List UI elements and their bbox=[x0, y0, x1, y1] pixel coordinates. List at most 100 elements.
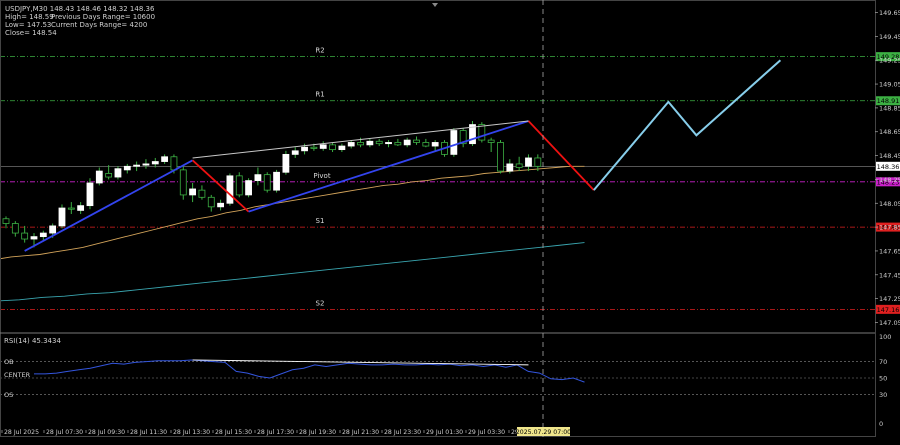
candle-body bbox=[357, 142, 364, 146]
candle-body bbox=[487, 139, 495, 143]
candle-body bbox=[385, 142, 392, 145]
rsi-tick-label: 50 bbox=[879, 375, 887, 383]
pivot-levels: R2 R1 Pivot S1 S2 bbox=[0, 47, 875, 310]
time-tick-label: 28 Jul 09:30 bbox=[88, 429, 125, 436]
candle-body bbox=[235, 175, 243, 196]
rsi-axis-bottom: 0 bbox=[879, 420, 883, 428]
candle-body bbox=[133, 164, 141, 167]
price-tick-label: 147.65 bbox=[879, 247, 900, 255]
candle-body bbox=[450, 130, 458, 155]
time-tick-label: 28 Jul 13:30 bbox=[173, 429, 210, 436]
level-label-s1: S1 bbox=[316, 217, 325, 225]
candle-body bbox=[189, 188, 197, 196]
rsi-center-label: CENTER bbox=[4, 371, 31, 379]
candle-body bbox=[58, 207, 66, 227]
candle-body bbox=[217, 202, 224, 208]
candle-body bbox=[30, 236, 38, 240]
level-label-s2: S2 bbox=[316, 299, 325, 307]
candle-body bbox=[179, 169, 187, 196]
chart-header: USDJPY,M30 148.43 148.46 148.32 148.36 H… bbox=[5, 5, 155, 37]
time-tick-label: 28 Jul 19:30 bbox=[299, 429, 336, 436]
rsi-axis-top: 100 bbox=[879, 333, 891, 341]
current-days-range: Current Days Range= 4200 bbox=[51, 21, 147, 29]
candle-body bbox=[77, 205, 85, 211]
candle-body bbox=[49, 225, 57, 234]
candle-body bbox=[263, 174, 271, 191]
candle-body bbox=[525, 157, 532, 167]
price-chart-svg[interactable]: R2 R1 Pivot S1 S2 RSI(14) 45.3434 70 50 30 100 0 O… bbox=[0, 0, 900, 441]
close-info: Close= 148.54 bbox=[5, 29, 57, 37]
candle-body bbox=[273, 171, 280, 191]
candle-body bbox=[413, 139, 420, 143]
chart-shift-marker bbox=[432, 3, 438, 7]
time-tick-label: 28 Jul 15:30 bbox=[215, 429, 252, 436]
low-info: Low= 147.53 bbox=[5, 21, 51, 29]
candle-body bbox=[366, 140, 374, 146]
candle-body bbox=[319, 144, 327, 149]
candle-body bbox=[394, 142, 402, 146]
price-tag-s2: 147.16 bbox=[877, 306, 900, 314]
ma-slow-line bbox=[0, 242, 585, 302]
symbol-info: USDJPY,M30 148.43 148.46 148.32 148.36 bbox=[5, 5, 155, 13]
price-tick-label: 147.25 bbox=[879, 295, 900, 303]
price-tick-label: 149.65 bbox=[879, 9, 900, 17]
time-tick-label: 28 Jul 21:30 bbox=[342, 429, 379, 436]
time-tick-label: 28 Jul 07:30 bbox=[46, 429, 83, 436]
candle-body bbox=[534, 157, 542, 167]
candle-body bbox=[310, 146, 318, 149]
candle-body bbox=[282, 153, 290, 173]
candle-body bbox=[291, 150, 299, 155]
candle-body bbox=[375, 140, 383, 145]
candle-body bbox=[2, 218, 10, 224]
price-tick-label: 148.25 bbox=[879, 176, 900, 184]
price-tick-label: 149.45 bbox=[879, 33, 900, 41]
current-price-tag: 148.36 bbox=[877, 163, 900, 171]
candle-body bbox=[170, 156, 178, 171]
candle-body bbox=[207, 196, 215, 208]
rsi-title: RSI(14) 45.3434 bbox=[4, 337, 61, 345]
price-tick-label: 147.45 bbox=[879, 271, 900, 279]
rsi-tick-label: 30 bbox=[879, 391, 887, 399]
level-label-r2: R2 bbox=[315, 47, 324, 55]
price-tick-label: 148.65 bbox=[879, 128, 900, 136]
rsi-tick-label: 70 bbox=[879, 358, 887, 366]
candle-body bbox=[254, 174, 262, 182]
candle-body bbox=[123, 165, 131, 171]
candle-body bbox=[161, 156, 169, 162]
candle-body bbox=[95, 170, 103, 184]
price-tick-label: 149.25 bbox=[879, 57, 900, 65]
candle-body bbox=[151, 161, 159, 165]
projection-path bbox=[593, 59, 782, 191]
candle-body bbox=[478, 124, 486, 141]
chart-area[interactable]: R2 R1 Pivot S1 S2 RSI(14) 45.3434 70 50 30 100 0 O… bbox=[0, 0, 900, 441]
rsi-line bbox=[34, 359, 585, 383]
rsi-ob-label: OB bbox=[4, 358, 14, 366]
candle-body bbox=[245, 180, 252, 196]
candle-body bbox=[301, 146, 308, 152]
candle-body bbox=[338, 145, 346, 151]
trend-lines[interactable] bbox=[24, 59, 782, 252]
level-label-r1: R1 bbox=[315, 91, 324, 99]
ma-fast-line bbox=[0, 165, 585, 260]
candle-body bbox=[114, 168, 122, 178]
time-tick-label: 28 Jul 2025 bbox=[4, 429, 39, 436]
time-tick-label: 29 Jul 03:30 bbox=[468, 429, 505, 436]
candle-body bbox=[497, 142, 504, 172]
price-tick-label: 148.05 bbox=[879, 200, 900, 208]
candle-body bbox=[226, 175, 234, 204]
candle-body bbox=[39, 232, 47, 238]
candle-body bbox=[21, 232, 29, 240]
candle-body bbox=[11, 223, 19, 234]
candle-body bbox=[506, 163, 514, 172]
candle-body bbox=[198, 189, 206, 198]
candle-body bbox=[86, 182, 94, 207]
candle-body bbox=[515, 163, 523, 168]
rsi-panel: RSI(14) 45.3434 70 50 30 100 0 OB CENTER OS bbox=[0, 333, 891, 428]
time-tick-label: 28 Jul 17:30 bbox=[257, 429, 294, 436]
price-tick-label: 148.85 bbox=[879, 104, 900, 112]
chart-frame bbox=[0, 0, 876, 437]
price-tick-label: 149.05 bbox=[879, 81, 900, 89]
candles bbox=[2, 121, 542, 248]
candle-body bbox=[422, 142, 430, 147]
time-tick-label: 28 Jul 23:30 bbox=[384, 429, 421, 436]
